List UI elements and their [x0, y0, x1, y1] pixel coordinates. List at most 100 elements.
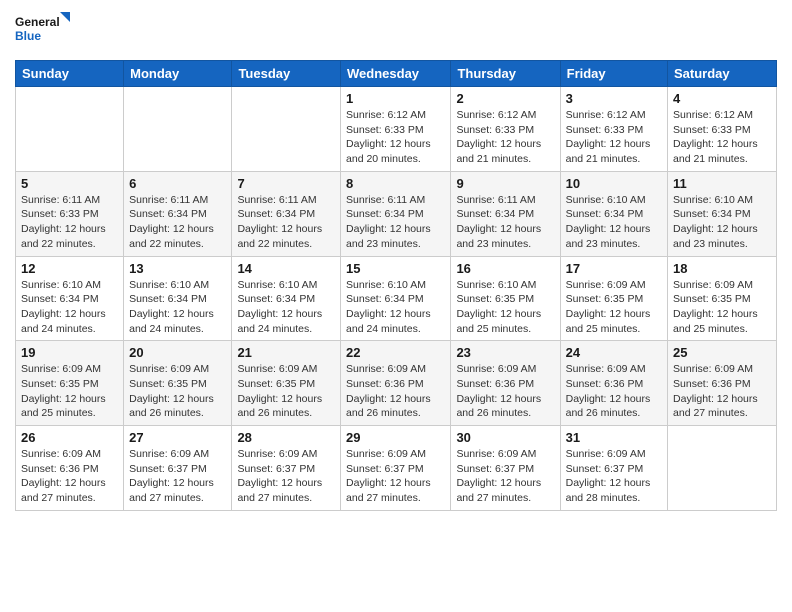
day-info: Sunrise: 6:11 AM Sunset: 6:34 PM Dayligh… [346, 193, 445, 252]
day-info: Sunrise: 6:12 AM Sunset: 6:33 PM Dayligh… [673, 108, 771, 167]
svg-text:Blue: Blue [15, 29, 41, 43]
day-info: Sunrise: 6:11 AM Sunset: 6:34 PM Dayligh… [237, 193, 335, 252]
day-info: Sunrise: 6:10 AM Sunset: 6:34 PM Dayligh… [346, 278, 445, 337]
day-info: Sunrise: 6:09 AM Sunset: 6:37 PM Dayligh… [346, 447, 445, 506]
day-info: Sunrise: 6:11 AM Sunset: 6:34 PM Dayligh… [129, 193, 226, 252]
calendar-table: SundayMondayTuesdayWednesdayThursdayFrid… [15, 60, 777, 511]
day-number: 23 [456, 345, 554, 360]
day-number: 9 [456, 176, 554, 191]
day-info: Sunrise: 6:09 AM Sunset: 6:36 PM Dayligh… [21, 447, 118, 506]
header: General Blue [15, 10, 777, 50]
calendar-cell: 28 Sunrise: 6:09 AM Sunset: 6:37 PM Dayli… [232, 426, 341, 511]
day-number: 7 [237, 176, 335, 191]
calendar-container: General Blue SundayMondayTuesdayWednesda… [0, 0, 792, 526]
day-number: 2 [456, 91, 554, 106]
weekday-header: Sunday [16, 61, 124, 87]
day-number: 30 [456, 430, 554, 445]
calendar-cell: 4Sunrise: 6:12 AM Sunset: 6:33 PM Daylig… [668, 87, 777, 172]
day-info: Sunrise: 6:09 AM Sunset: 6:37 PM Dayligh… [129, 447, 226, 506]
day-number: 11 [673, 176, 771, 191]
calendar-cell: 7 Sunrise: 6:11 AM Sunset: 6:34 PM Daylig… [232, 171, 341, 256]
day-number: 6 [129, 176, 226, 191]
calendar-cell: 23 Sunrise: 6:09 AM Sunset: 6:36 PM Dayli… [451, 341, 560, 426]
day-info: Sunrise: 6:10 AM Sunset: 6:34 PM Dayligh… [21, 278, 118, 337]
day-info: Sunrise: 6:11 AM Sunset: 6:33 PM Dayligh… [21, 193, 118, 252]
day-info: Sunrise: 6:09 AM Sunset: 6:36 PM Dayligh… [346, 362, 445, 421]
calendar-week-row: 1 Sunrise: 6:12 AM Sunset: 6:33 PM Daylig… [16, 87, 777, 172]
weekday-header: Friday [560, 61, 667, 87]
day-number: 12 [21, 261, 118, 276]
calendar-cell: 31Sunrise: 6:09 AM Sunset: 6:37 PM Dayli… [560, 426, 667, 511]
calendar-cell: 2 Sunrise: 6:12 AM Sunset: 6:33 PM Daylig… [451, 87, 560, 172]
day-number: 15 [346, 261, 445, 276]
day-number: 18 [673, 261, 771, 276]
day-info: Sunrise: 6:10 AM Sunset: 6:35 PM Dayligh… [456, 278, 554, 337]
day-number: 10 [566, 176, 662, 191]
day-number: 20 [129, 345, 226, 360]
weekday-header: Thursday [451, 61, 560, 87]
day-number: 28 [237, 430, 335, 445]
day-number: 29 [346, 430, 445, 445]
calendar-cell [124, 87, 232, 172]
day-info: Sunrise: 6:09 AM Sunset: 6:36 PM Dayligh… [673, 362, 771, 421]
calendar-cell: 20 Sunrise: 6:09 AM Sunset: 6:35 PM Dayli… [124, 341, 232, 426]
calendar-cell: 12 Sunrise: 6:10 AM Sunset: 6:34 PM Dayli… [16, 256, 124, 341]
day-number: 22 [346, 345, 445, 360]
weekday-header-row: SundayMondayTuesdayWednesdayThursdayFrid… [16, 61, 777, 87]
day-info: Sunrise: 6:09 AM Sunset: 6:37 PM Dayligh… [456, 447, 554, 506]
day-number: 1 [346, 91, 445, 106]
day-number: 8 [346, 176, 445, 191]
day-number: 13 [129, 261, 226, 276]
day-info: Sunrise: 6:09 AM Sunset: 6:35 PM Dayligh… [566, 278, 662, 337]
calendar-cell: 22 Sunrise: 6:09 AM Sunset: 6:36 PM Dayli… [341, 341, 451, 426]
calendar-cell: 29 Sunrise: 6:09 AM Sunset: 6:37 PM Dayli… [341, 426, 451, 511]
day-info: Sunrise: 6:10 AM Sunset: 6:34 PM Dayligh… [566, 193, 662, 252]
day-info: Sunrise: 6:10 AM Sunset: 6:34 PM Dayligh… [237, 278, 335, 337]
day-number: 3 [566, 91, 662, 106]
calendar-cell: 8 Sunrise: 6:11 AM Sunset: 6:34 PM Daylig… [341, 171, 451, 256]
calendar-cell [16, 87, 124, 172]
calendar-cell [668, 426, 777, 511]
day-number: 5 [21, 176, 118, 191]
calendar-cell: 3Sunrise: 6:12 AM Sunset: 6:33 PM Daylig… [560, 87, 667, 172]
weekday-header: Tuesday [232, 61, 341, 87]
calendar-week-row: 26Sunrise: 6:09 AM Sunset: 6:36 PM Dayli… [16, 426, 777, 511]
weekday-header: Monday [124, 61, 232, 87]
day-info: Sunrise: 6:09 AM Sunset: 6:37 PM Dayligh… [566, 447, 662, 506]
day-number: 21 [237, 345, 335, 360]
calendar-cell: 9 Sunrise: 6:11 AM Sunset: 6:34 PM Daylig… [451, 171, 560, 256]
day-info: Sunrise: 6:09 AM Sunset: 6:36 PM Dayligh… [456, 362, 554, 421]
calendar-cell: 1 Sunrise: 6:12 AM Sunset: 6:33 PM Daylig… [341, 87, 451, 172]
calendar-week-row: 5 Sunrise: 6:11 AM Sunset: 6:33 PM Daylig… [16, 171, 777, 256]
day-number: 19 [21, 345, 118, 360]
day-number: 25 [673, 345, 771, 360]
calendar-cell: 26Sunrise: 6:09 AM Sunset: 6:36 PM Dayli… [16, 426, 124, 511]
svg-text:General: General [15, 15, 60, 29]
day-number: 16 [456, 261, 554, 276]
day-info: Sunrise: 6:10 AM Sunset: 6:34 PM Dayligh… [673, 193, 771, 252]
calendar-week-row: 19 Sunrise: 6:09 AM Sunset: 6:35 PM Dayli… [16, 341, 777, 426]
calendar-cell: 11 Sunrise: 6:10 AM Sunset: 6:34 PM Dayli… [668, 171, 777, 256]
day-info: Sunrise: 6:11 AM Sunset: 6:34 PM Dayligh… [456, 193, 554, 252]
day-info: Sunrise: 6:09 AM Sunset: 6:35 PM Dayligh… [237, 362, 335, 421]
calendar-cell: 6 Sunrise: 6:11 AM Sunset: 6:34 PM Daylig… [124, 171, 232, 256]
day-info: Sunrise: 6:09 AM Sunset: 6:35 PM Dayligh… [129, 362, 226, 421]
day-info: Sunrise: 6:12 AM Sunset: 6:33 PM Dayligh… [346, 108, 445, 167]
day-info: Sunrise: 6:12 AM Sunset: 6:33 PM Dayligh… [456, 108, 554, 167]
calendar-cell: 25 Sunrise: 6:09 AM Sunset: 6:36 PM Dayli… [668, 341, 777, 426]
logo: General Blue [15, 10, 70, 50]
day-number: 24 [566, 345, 662, 360]
calendar-cell: 5 Sunrise: 6:11 AM Sunset: 6:33 PM Daylig… [16, 171, 124, 256]
calendar-cell: 19 Sunrise: 6:09 AM Sunset: 6:35 PM Dayli… [16, 341, 124, 426]
day-info: Sunrise: 6:09 AM Sunset: 6:35 PM Dayligh… [673, 278, 771, 337]
day-info: Sunrise: 6:10 AM Sunset: 6:34 PM Dayligh… [129, 278, 226, 337]
calendar-cell: 16 Sunrise: 6:10 AM Sunset: 6:35 PM Dayli… [451, 256, 560, 341]
day-number: 14 [237, 261, 335, 276]
calendar-week-row: 12 Sunrise: 6:10 AM Sunset: 6:34 PM Dayli… [16, 256, 777, 341]
day-info: Sunrise: 6:09 AM Sunset: 6:35 PM Dayligh… [21, 362, 118, 421]
day-info: Sunrise: 6:09 AM Sunset: 6:37 PM Dayligh… [237, 447, 335, 506]
calendar-cell: 30 Sunrise: 6:09 AM Sunset: 6:37 PM Dayli… [451, 426, 560, 511]
logo-svg: General Blue [15, 10, 70, 50]
weekday-header: Saturday [668, 61, 777, 87]
calendar-cell: 17Sunrise: 6:09 AM Sunset: 6:35 PM Dayli… [560, 256, 667, 341]
